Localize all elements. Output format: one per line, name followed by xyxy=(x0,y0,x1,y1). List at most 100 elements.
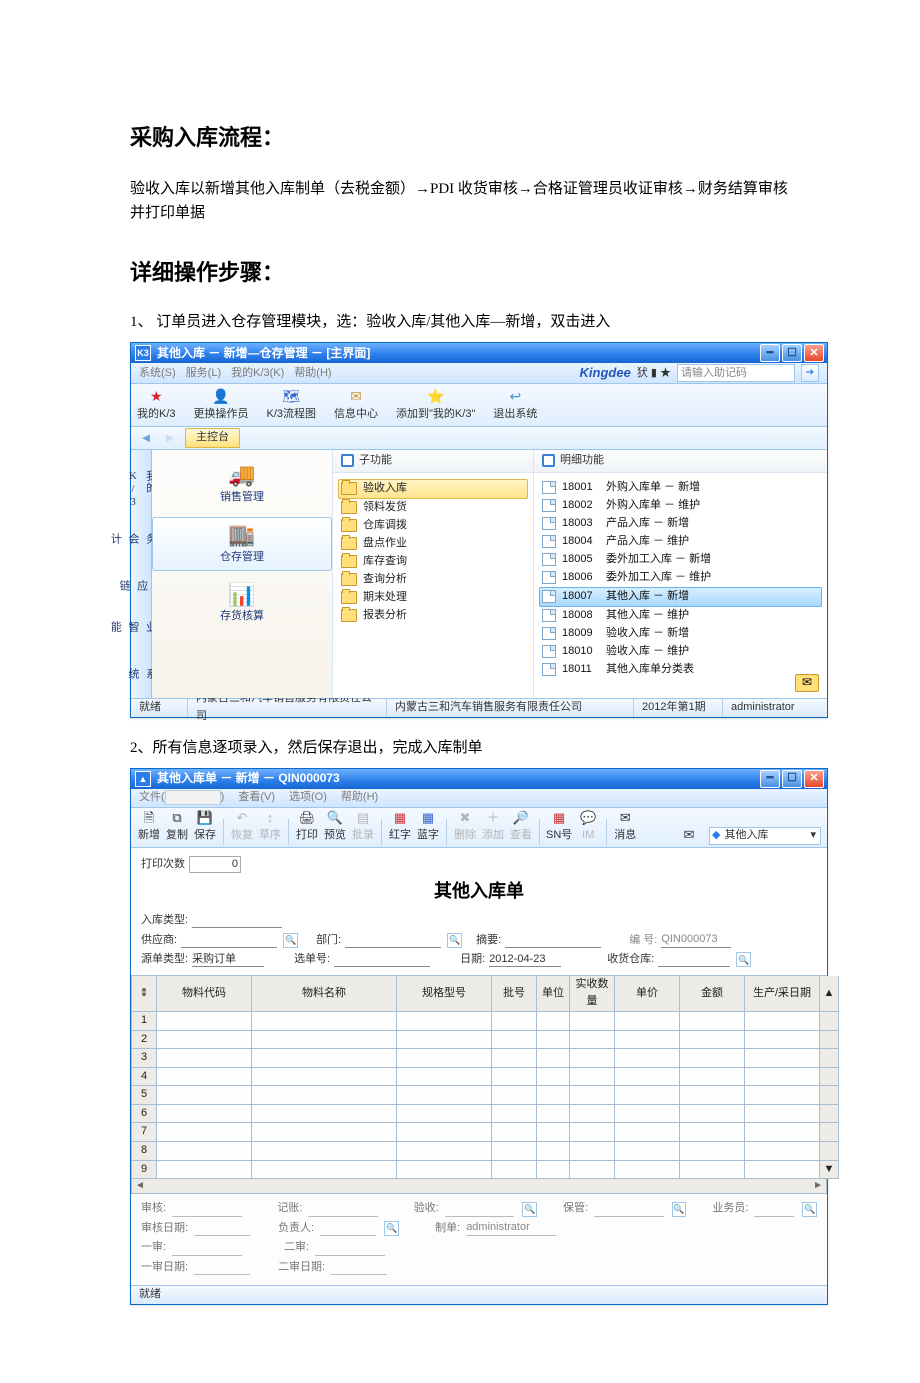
resp-field[interactable] xyxy=(320,1221,376,1236)
lookup-icon[interactable]: 🔍 xyxy=(447,933,462,948)
billno-label: 编 号: xyxy=(629,932,657,950)
module-selector[interactable]: ◆其他入库▾ xyxy=(709,827,821,845)
keep-field[interactable] xyxy=(594,1202,663,1217)
toolbar2-删除[interactable]: ✖删除 xyxy=(453,811,477,845)
toolbar2-msg[interactable]: ✉ xyxy=(677,828,701,843)
grid-hscroll[interactable]: ◄► xyxy=(131,1179,827,1194)
menu-service[interactable]: 服务(L) xyxy=(186,365,221,383)
mail-icon[interactable]: ✉ xyxy=(795,674,819,692)
print-count-field[interactable]: 0 xyxy=(189,856,241,873)
minimize-button[interactable]: ━ xyxy=(760,770,780,788)
toolbar2-新增[interactable]: 🗎新增 xyxy=(137,811,161,845)
toolbar-K/3流程图[interactable]: 🗺K/3流程图 xyxy=(267,387,317,424)
menu-view[interactable]: 查看(V) xyxy=(238,789,275,807)
summary-field[interactable] xyxy=(505,933,601,948)
sub-item-库存查询[interactable]: 库存查询 xyxy=(341,553,525,571)
detail-item-18009[interactable]: 18009验收入库 － 新增 xyxy=(542,625,819,643)
menu-help[interactable]: 帮助(H) xyxy=(341,789,378,807)
toolbar2-打印[interactable]: 🖨打印 xyxy=(295,811,319,845)
nav-fwd-icon[interactable]: ► xyxy=(161,429,179,447)
minimize-button[interactable]: ━ xyxy=(760,344,780,362)
close-button[interactable]: ✕ xyxy=(804,344,824,362)
toolbar-退出系统[interactable]: ↩退出系统 xyxy=(493,387,537,424)
maximize-button[interactable]: ☐ xyxy=(782,770,802,788)
sub-item-领料发货[interactable]: 领料发货 xyxy=(341,499,525,517)
search-go-button[interactable]: ➔ xyxy=(801,364,819,382)
date-field[interactable]: 2012-04-23 xyxy=(489,952,561,967)
toolbar2-IM[interactable]: 💬IM xyxy=(576,811,600,845)
detail-item-18002[interactable]: 18002外购入库单 － 维护 xyxy=(542,497,819,515)
detail-item-18005[interactable]: 18005委外加工入库 － 新增 xyxy=(542,551,819,569)
menu-myk3[interactable]: 我的K/3(K) xyxy=(231,365,284,383)
menu-option[interactable]: 选项(O) xyxy=(289,789,327,807)
sub-item-盘点作业[interactable]: 盘点作业 xyxy=(341,535,525,553)
detail-item-18001[interactable]: 18001外购入库单 － 新增 xyxy=(542,479,819,497)
src-type-field[interactable]: 采购订单 xyxy=(192,952,264,967)
detail-item-18007[interactable]: 18007其他入库 － 新增 xyxy=(539,587,822,607)
detail-item-18011[interactable]: 18011其他入库单分类表 xyxy=(542,661,819,679)
toolbar2-红字[interactable]: ▦红字 xyxy=(388,811,412,845)
toolbar2-消息[interactable]: ✉消息 xyxy=(613,811,637,845)
detail-item-18006[interactable]: 18006委外加工入库 － 维护 xyxy=(542,569,819,587)
sub-item-期末处理[interactable]: 期末处理 xyxy=(341,589,525,607)
toolbar2-草序[interactable]: ↕草序 xyxy=(258,811,282,845)
toolbar2-蓝字[interactable]: ▦蓝字 xyxy=(416,811,440,845)
lookup-icon[interactable]: 🔍 xyxy=(802,1202,817,1217)
inwh-field[interactable] xyxy=(658,952,730,967)
detail-item-18010[interactable]: 18010验收入库 － 维护 xyxy=(542,643,819,661)
toolbar2-保存[interactable]: 💾保存 xyxy=(193,811,217,845)
toolbar2-SN号[interactable]: ▦SN号 xyxy=(546,811,572,845)
lookup-icon[interactable]: 🔍 xyxy=(283,933,298,948)
title-bar[interactable]: K3 其他入库 － 新增—仓存管理 － [主界面] ━ ☐ ✕ xyxy=(131,343,827,363)
menu-help[interactable]: 帮助(H) xyxy=(294,365,331,383)
menu-file[interactable]: 文件() xyxy=(139,789,224,807)
page-icon xyxy=(542,481,556,494)
detail-item-18003[interactable]: 18003产品入库 － 新增 xyxy=(542,515,819,533)
lookup-icon[interactable]: 🔍 xyxy=(736,952,751,967)
folder-icon xyxy=(341,501,357,514)
sub-item-报表分析[interactable]: 报表分析 xyxy=(341,607,525,625)
entry-grid[interactable]: ⇕物料代码物料名称规格型号批号单位实收数量单价金额生产/采日期▲12345678… xyxy=(131,975,827,1180)
toolbar2-复制[interactable]: ⧉复制 xyxy=(165,811,189,845)
module-仓存管理[interactable]: 🏬仓存管理 xyxy=(152,517,332,572)
sub-item-查询分析[interactable]: 查询分析 xyxy=(341,571,525,589)
nav-back-icon[interactable]: ◄ xyxy=(137,429,155,447)
module-销售管理[interactable]: 🚚销售管理 xyxy=(152,462,332,507)
sub-item-仓库调拨[interactable]: 仓库调拨 xyxy=(341,517,525,535)
lookup-icon[interactable]: 🔍 xyxy=(384,1221,399,1236)
summary-label: 摘要: xyxy=(476,932,501,950)
sub-item-验收入库[interactable]: 验收入库 xyxy=(338,479,528,499)
search-input[interactable]: 请输入助记码 xyxy=(677,364,795,382)
sub-function-panel: 子功能 验收入库领料发货仓库调拨盘点作业库存查询查询分析期末处理报表分析 xyxy=(333,450,534,698)
menu-bar: 系统(S) 服务(L) 我的K/3(K) 帮助(H) Kingdee 犾 ▮ ★… xyxy=(131,363,827,384)
entry-type-field[interactable] xyxy=(192,913,282,928)
second-audit-date-label: 二审日期: xyxy=(278,1259,325,1277)
module-存货核算[interactable]: 📊存货核算 xyxy=(152,581,332,626)
toolbar2-预览[interactable]: 🔍预览 xyxy=(323,811,347,845)
sales-field[interactable] xyxy=(754,1202,794,1217)
detail-item-18008[interactable]: 18008其他入库 － 维护 xyxy=(542,607,819,625)
maximize-button[interactable]: ☐ xyxy=(782,344,802,362)
toolbar2-查看[interactable]: 🔎查看 xyxy=(509,811,533,845)
toolbar2-恢复[interactable]: ↶恢复 xyxy=(230,811,254,845)
toolbar-更换操作员[interactable]: 👤更换操作员 xyxy=(194,387,249,424)
receive-field[interactable] xyxy=(445,1202,514,1217)
dept-field[interactable] xyxy=(345,933,441,948)
toolbar-我的K/3[interactable]: ★我的K/3 xyxy=(137,387,176,424)
toolbar2-添加[interactable]: ＋添加 xyxy=(481,811,505,845)
title-bar-2[interactable]: ▲ 其他入库单 － 新增 － QIN000073 ━ ☐ ✕ xyxy=(131,769,827,789)
selno-field[interactable] xyxy=(334,952,430,967)
folder-icon xyxy=(341,519,357,532)
toolbar-信息中心[interactable]: ✉信息中心 xyxy=(334,387,378,424)
close-button[interactable]: ✕ xyxy=(804,770,824,788)
second-audit-field xyxy=(315,1241,385,1256)
lookup-icon[interactable]: 🔍 xyxy=(672,1202,687,1217)
supplier-field[interactable] xyxy=(181,933,277,948)
tab-main-console[interactable]: 主控台 xyxy=(185,428,240,448)
toolbar-添加到"我的K/3"[interactable]: ⭐添加到"我的K/3" xyxy=(396,387,475,424)
lookup-icon[interactable]: 🔍 xyxy=(522,1202,537,1217)
toolbar2-批录[interactable]: ▤批录 xyxy=(351,811,375,845)
menu-system[interactable]: 系统(S) xyxy=(139,365,176,383)
form-title: 其他入库单 xyxy=(141,877,817,906)
detail-item-18004[interactable]: 18004产品入库 － 维护 xyxy=(542,533,819,551)
